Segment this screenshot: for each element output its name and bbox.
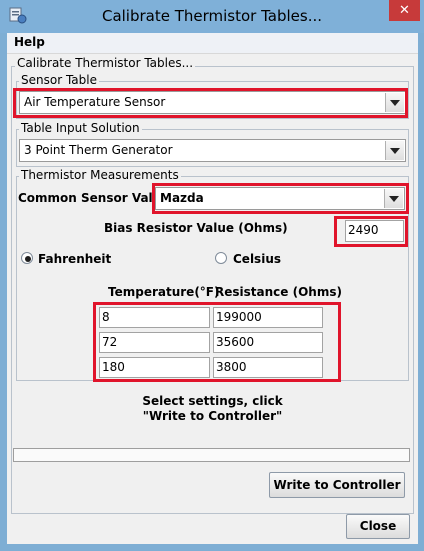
sensor-table-highlight	[13, 88, 408, 118]
status-line-1: Select settings, click	[142, 394, 283, 408]
close-button[interactable]: Close	[346, 514, 410, 539]
window-close-button[interactable]: ✕	[389, 0, 420, 21]
celsius-label[interactable]: Celsius	[233, 252, 281, 266]
progress-bar	[13, 448, 410, 462]
chevron-down-icon	[390, 148, 400, 154]
temperature-header: Temperature(°F)	[108, 285, 220, 299]
common-sensor-highlight	[152, 183, 409, 214]
resistance-header: Resistance (Ohms)	[215, 285, 342, 299]
table-input-value: 3 Point Therm Generator	[24, 143, 173, 157]
calibrate-group-title: Calibrate Thermistor Tables...	[15, 56, 196, 70]
calibration-points-highlight	[93, 302, 341, 382]
menu-help[interactable]: Help	[14, 35, 45, 49]
celsius-radio[interactable]	[215, 252, 227, 264]
radio-selected-dot	[25, 256, 31, 262]
status-line-2: "Write to Controller"	[142, 409, 283, 423]
bias-resistor-label: Bias Resistor Value (Ohms)	[104, 221, 288, 235]
thermistor-title: Thermistor Measurements	[19, 168, 181, 182]
fahrenheit-radio[interactable]	[21, 252, 33, 264]
bias-resistor-highlight	[334, 216, 408, 247]
sensor-table-title: Sensor Table	[19, 73, 99, 87]
table-input-select[interactable]: 3 Point Therm Generator	[19, 139, 406, 162]
fahrenheit-label[interactable]: Fahrenheit	[38, 252, 111, 266]
window-title: Calibrate Thermistor Tables...	[101, 7, 323, 25]
close-icon: ✕	[399, 3, 410, 18]
write-to-controller-button[interactable]: Write to Controller	[269, 472, 405, 498]
menu-bar	[7, 33, 418, 54]
table-input-title: Table Input Solution	[19, 121, 142, 135]
table-input-dropdown-button[interactable]	[385, 141, 404, 160]
